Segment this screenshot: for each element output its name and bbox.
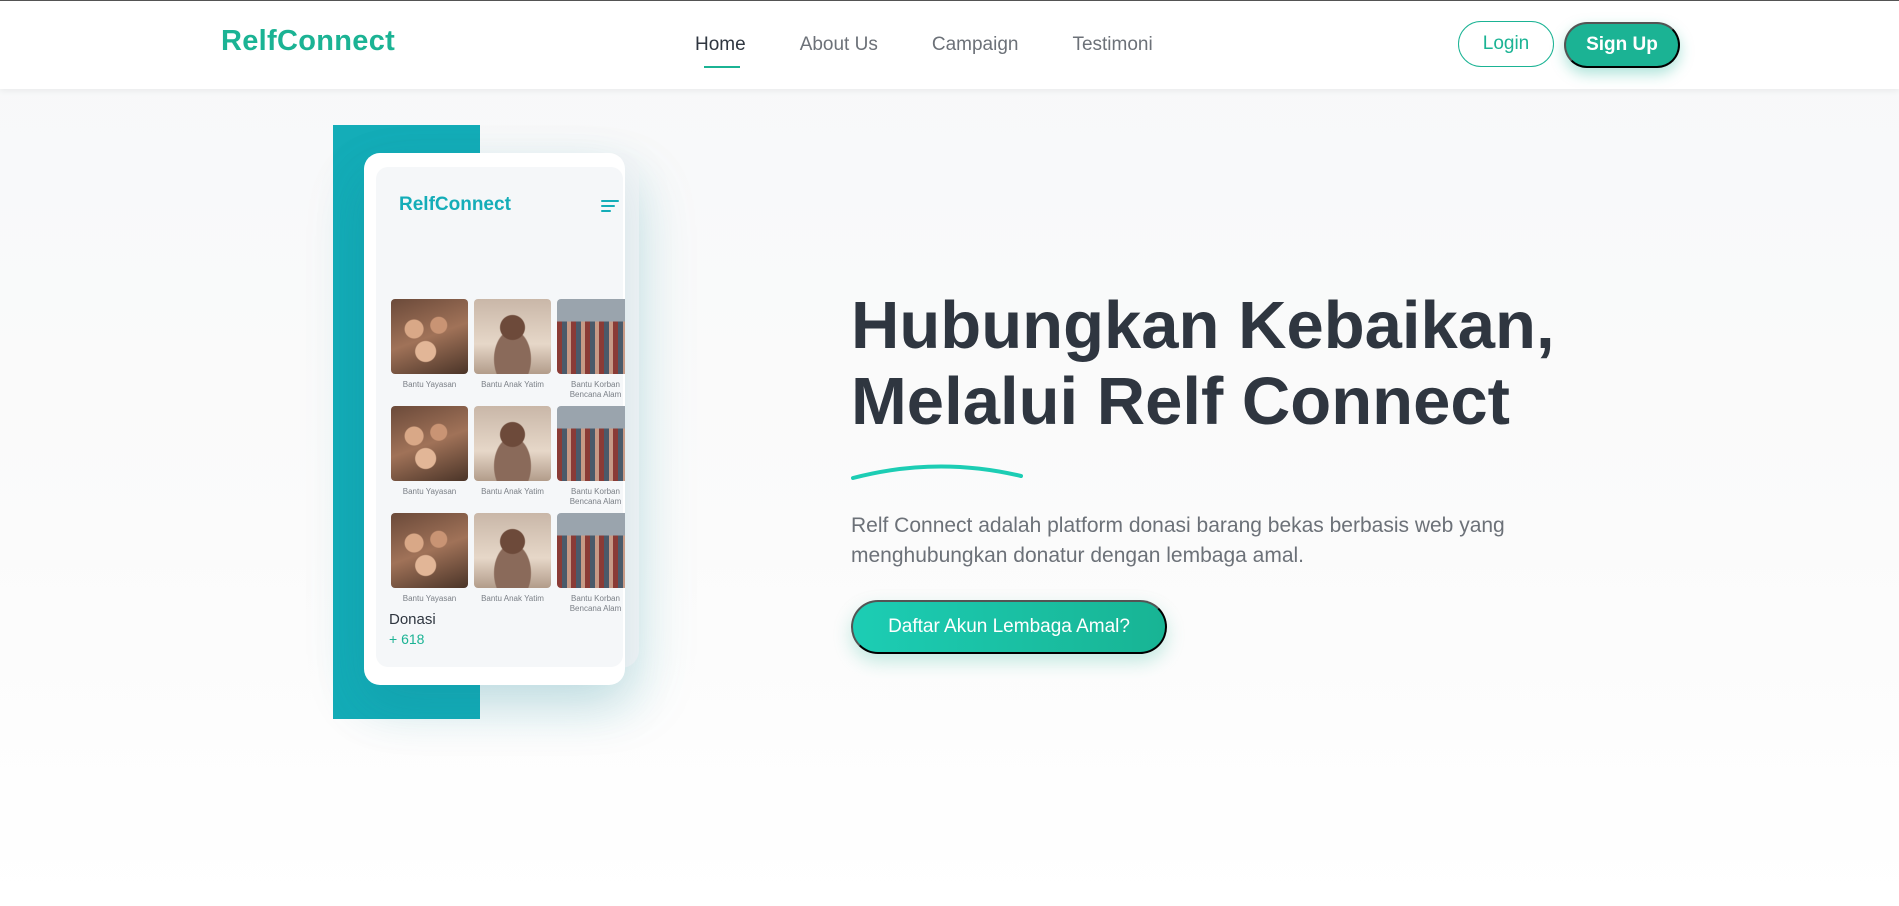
nav-testimoni[interactable]: Testimoni <box>1072 34 1152 56</box>
campaign-card: Bantu Korban Bencana Alam <box>557 513 625 613</box>
campaign-card: Bantu Anak Yatim <box>474 513 551 612</box>
campaign-grid: Bantu Yayasan Bantu Anak Yatim Bantu Kor… <box>391 299 625 613</box>
campaign-caption: Bantu Korban Bencana Alam <box>569 380 622 399</box>
donasi-label: Donasi <box>389 611 436 628</box>
campaign-caption: Bantu Yayasan <box>402 594 457 603</box>
phone-screen: RelfConnect Bantu Yayasan Bantu Anak Yat… <box>376 167 625 667</box>
boy-photo <box>474 513 551 588</box>
hero-title-line1: Hubungkan Kebaikan, <box>851 288 1555 363</box>
nav-home-label: Home <box>695 34 746 55</box>
campaign-card: Bantu Korban Bencana Alam <box>557 299 625 399</box>
campaign-caption: Bantu Anak Yatim <box>481 487 544 496</box>
campaign-card: Bantu Anak Yatim <box>474 299 551 398</box>
campaign-card: Bantu Anak Yatim <box>474 406 551 505</box>
donasi-count: + 618 <box>389 631 425 647</box>
top-navbar: RelfConnect Home About Us Campaign Testi… <box>0 1 1899 89</box>
main-nav: Home About Us Campaign Testimoni <box>695 34 1153 68</box>
campaign-card: Bantu Yayasan <box>391 299 468 398</box>
campaign-caption: Bantu Korban Bencana Alam <box>569 487 622 506</box>
campaign-card: Bantu Yayasan <box>391 513 468 612</box>
children-photo <box>391 406 468 481</box>
login-button[interactable]: Login <box>1458 21 1554 67</box>
campaign-caption: Bantu Anak Yatim <box>481 380 544 389</box>
boy-photo <box>474 406 551 481</box>
hero-description: Relf Connect adalah platform donasi bara… <box>851 514 1505 567</box>
hero-title-line2: Melalui Relf Connect <box>851 364 1510 439</box>
campaign-card: Bantu Korban Bencana Alam <box>557 406 625 506</box>
crowd-photo <box>557 406 625 481</box>
register-charity-button[interactable]: Daftar Akun Lembaga Amal? <box>851 600 1167 654</box>
nav-testimoni-label: Testimoni <box>1072 34 1153 55</box>
campaign-card: Bantu Yayasan <box>391 406 468 505</box>
campaign-caption: Bantu Yayasan <box>402 487 457 496</box>
decorative-curve <box>851 464 1023 480</box>
signup-button[interactable]: Sign Up <box>1564 22 1680 68</box>
nav-about-us-label: About Us <box>799 34 878 55</box>
active-nav-underline <box>704 66 740 68</box>
nav-campaign[interactable]: Campaign <box>932 34 1019 56</box>
nav-campaign-label: Campaign <box>931 34 1019 55</box>
crowd-photo <box>557 299 625 374</box>
children-photo <box>391 513 468 588</box>
menu-icon <box>601 200 619 212</box>
boy-photo <box>474 299 551 374</box>
children-photo <box>391 299 468 374</box>
site-logo[interactable]: RelfConnect <box>221 25 395 58</box>
nav-home[interactable]: Home <box>695 34 746 68</box>
campaign-caption: Bantu Korban Bencana Alam <box>569 594 622 613</box>
phone-mockup: RelfConnect Bantu Yayasan Bantu Anak Yat… <box>364 153 625 685</box>
crowd-photo <box>557 513 625 588</box>
phone-app-logo: RelfConnect <box>399 194 511 215</box>
nav-about-us[interactable]: About Us <box>800 34 878 56</box>
campaign-caption: Bantu Yayasan <box>402 380 457 389</box>
campaign-caption: Bantu Anak Yatim <box>481 594 544 603</box>
hero-title: Hubungkan Kebaikan, Melalui Relf Connect <box>851 288 1751 440</box>
